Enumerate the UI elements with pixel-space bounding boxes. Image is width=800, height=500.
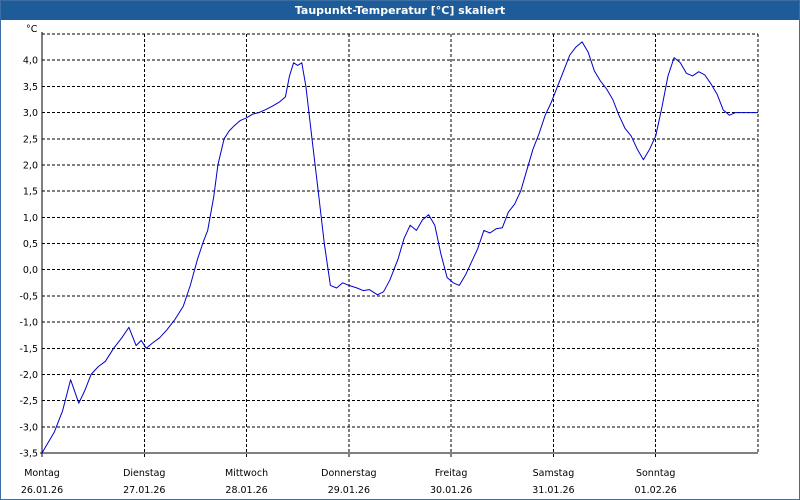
x-tick-date-label: 28.01.26 [225,485,267,496]
y-tick-label: 1,5 [23,187,38,198]
x-tick-date-label: 31.01.26 [532,485,574,496]
dew-point-series-line [41,41,758,454]
y-tick-label: 2,5 [23,134,38,145]
y-tick-label: 1,0 [23,213,38,224]
y-tick-label: -3,0 [19,422,38,433]
axis-layer [40,32,758,457]
x-tick-date-label: 01.02.26 [635,485,677,496]
y-tick-label: 0,0 [23,265,38,276]
y-tick-label: -2,5 [19,396,38,407]
y-tick-label: -1,5 [19,344,38,355]
x-tick-weekday-label: Donnerstag [321,468,376,479]
x-tick-date-label: 26.01.26 [21,485,63,496]
dew-point-chart: -3,5 -3,0 -2,5 -2,0 -1,5 -1,0 -0,5 0,0 0,5 1,0 1,5… [19,24,759,496]
y-tick-label: 4,0 [23,56,38,67]
y-tick-label: 3,5 [23,82,38,93]
x-tick-weekday-label: Freitag [435,468,468,479]
series-layer [41,41,758,454]
x-tick-weekday-label: Sonntag [636,468,675,479]
label-layer: -3,5 -3,0 -2,5 -2,0 -1,5 -1,0 -0,5 0,0 0,5 1,0 1,5… [19,24,676,496]
y-axis-unit-label: °C [26,24,38,35]
y-tick-label: 2,0 [23,160,38,171]
x-tick-date-label: 30.01.26 [430,485,472,496]
x-tick-weekday-label: Mittwoch [225,468,268,479]
y-tick-label: -3,5 [19,449,38,460]
y-tick-label: 3,0 [23,108,38,119]
x-tick-weekday-label: Montag [24,468,60,479]
x-tick-date-label: 29.01.26 [328,485,370,496]
y-tick-label: -0,5 [19,291,38,302]
chart-window: Taupunkt-Temperatur [°C] skaliert -3,5 -3… [0,0,800,500]
y-tick-label: -2,0 [19,370,38,381]
y-tick-label: -1,0 [19,318,38,329]
grid-layer [41,33,759,457]
chart-title: Taupunkt-Temperatur [°C] skaliert [1,1,799,20]
x-tick-date-label: 27.01.26 [123,485,165,496]
x-tick-weekday-label: Samstag [533,468,575,479]
y-tick-label: 0,5 [23,239,38,250]
x-tick-weekday-label: Dienstag [123,468,165,479]
